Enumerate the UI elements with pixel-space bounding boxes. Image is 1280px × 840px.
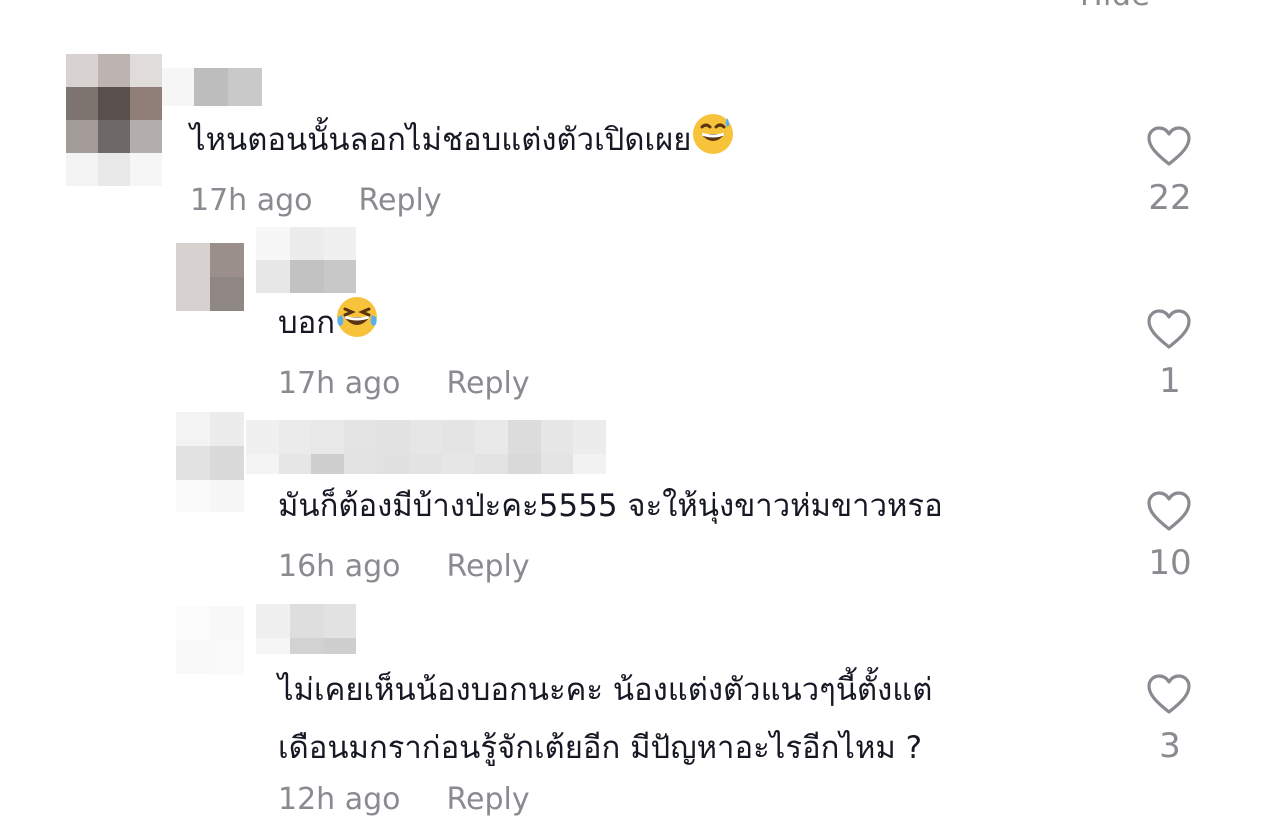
- username[interactable]: [246, 420, 606, 474]
- avatar[interactable]: [176, 412, 244, 512]
- sweat-smile-emoji: [693, 114, 734, 154]
- comment-text-line: เดือนมกราก่อนรู้จักเต้ยอีก มีปัญหาอะไรอี…: [278, 730, 923, 766]
- comment-timestamp: 12h ago: [278, 782, 401, 817]
- tears-of-joy-emoji: [337, 297, 378, 337]
- reply-button[interactable]: Reply: [447, 549, 530, 584]
- comment-meta: 17h ago Reply: [278, 366, 530, 401]
- comment-meta: 16h ago Reply: [278, 549, 530, 584]
- comment-text: มันก็ต้องมีบ้างป่ะคะ5555 จะให้นุ่งขาวห่ม…: [278, 488, 943, 524]
- like-count: 10: [1148, 543, 1192, 583]
- avatar[interactable]: [176, 243, 244, 311]
- comment-text: ไหนตอนนั้นลอกไม่ชอบแต่งตัวเปิดเผย: [190, 111, 735, 169]
- avatar[interactable]: [66, 54, 162, 186]
- comment-timestamp: 17h ago: [190, 183, 313, 218]
- username[interactable]: [256, 604, 356, 654]
- heart-icon[interactable]: [1145, 124, 1193, 168]
- like-count: 22: [1148, 178, 1192, 218]
- reply-button[interactable]: Reply: [447, 782, 530, 817]
- comment-meta: 17h ago Reply: [190, 183, 442, 218]
- heart-icon[interactable]: [1145, 489, 1193, 533]
- like-count: 1: [1159, 361, 1181, 401]
- hide-replies-link[interactable]: Hide ^: [1080, 0, 1186, 13]
- heart-icon[interactable]: [1145, 672, 1193, 716]
- heart-icon[interactable]: [1145, 307, 1193, 351]
- username[interactable]: [162, 68, 262, 106]
- comment-text: ไม่เคยเห็นน้องบอกนะคะ น้องแต่งตัวแนวๆนี้…: [278, 661, 932, 777]
- username[interactable]: [256, 227, 356, 293]
- comment-meta: 12h ago Reply: [278, 782, 530, 817]
- reply-button[interactable]: Reply: [359, 183, 442, 218]
- comment-text-line: ไม่เคยเห็นน้องบอกนะคะ น้องแต่งตัวแนวๆนี้…: [278, 672, 933, 708]
- like-count: 3: [1159, 726, 1181, 766]
- reply-button[interactable]: Reply: [447, 366, 530, 401]
- comment-timestamp: 17h ago: [278, 366, 401, 401]
- comment-timestamp: 16h ago: [278, 549, 401, 584]
- comment-text: บอก: [278, 294, 379, 352]
- avatar[interactable]: [176, 606, 244, 674]
